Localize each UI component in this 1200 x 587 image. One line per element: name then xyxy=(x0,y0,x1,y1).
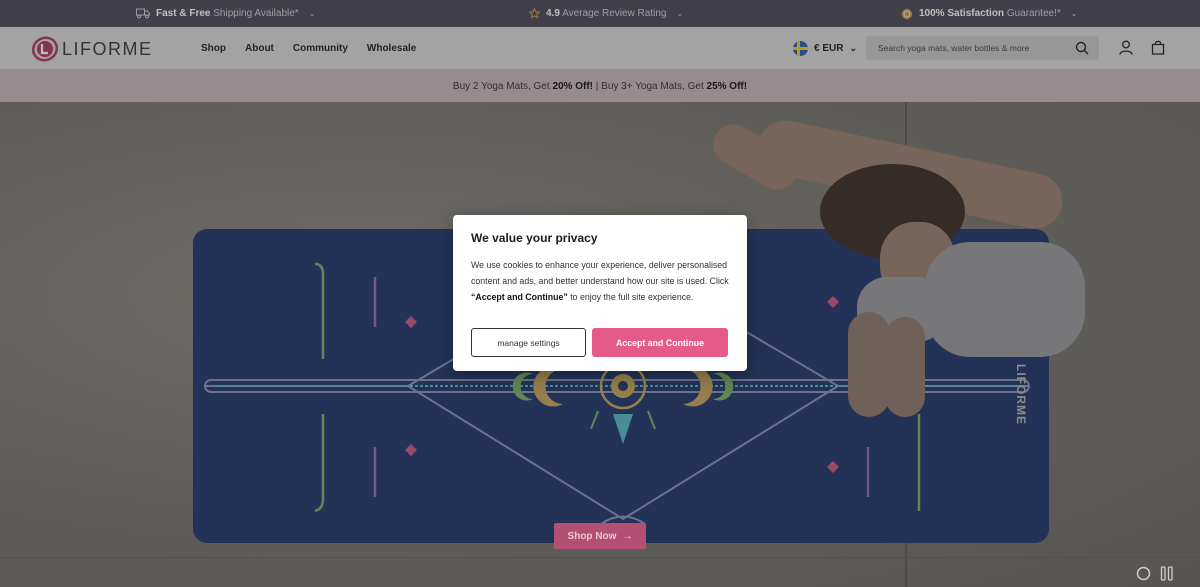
manage-settings-button[interactable]: manage settings xyxy=(471,328,586,357)
arrow-right-icon: → xyxy=(622,530,633,542)
cookie-text-bold: “Accept and Continue” xyxy=(471,292,568,302)
accept-continue-button[interactable]: Accept and Continue xyxy=(592,328,728,357)
cookie-consent-dialog: We value your privacy We use cookies to … xyxy=(453,215,747,371)
cookie-dialog-actions: manage settings Accept and Continue xyxy=(471,328,728,357)
pause-icon[interactable] xyxy=(1160,566,1174,581)
shop-now-label: Shop Now xyxy=(567,530,617,542)
cookie-text-intro: We use cookies to enhance your experienc… xyxy=(471,260,729,286)
cookie-dialog-title: We value your privacy xyxy=(471,231,598,245)
cookie-text-end: to enjoy the full site experience. xyxy=(567,292,694,302)
slide-progress-icon[interactable] xyxy=(1136,566,1151,581)
cookie-dialog-text: We use cookies to enhance your experienc… xyxy=(471,257,729,305)
shop-now-button[interactable]: Shop Now → xyxy=(554,523,646,549)
